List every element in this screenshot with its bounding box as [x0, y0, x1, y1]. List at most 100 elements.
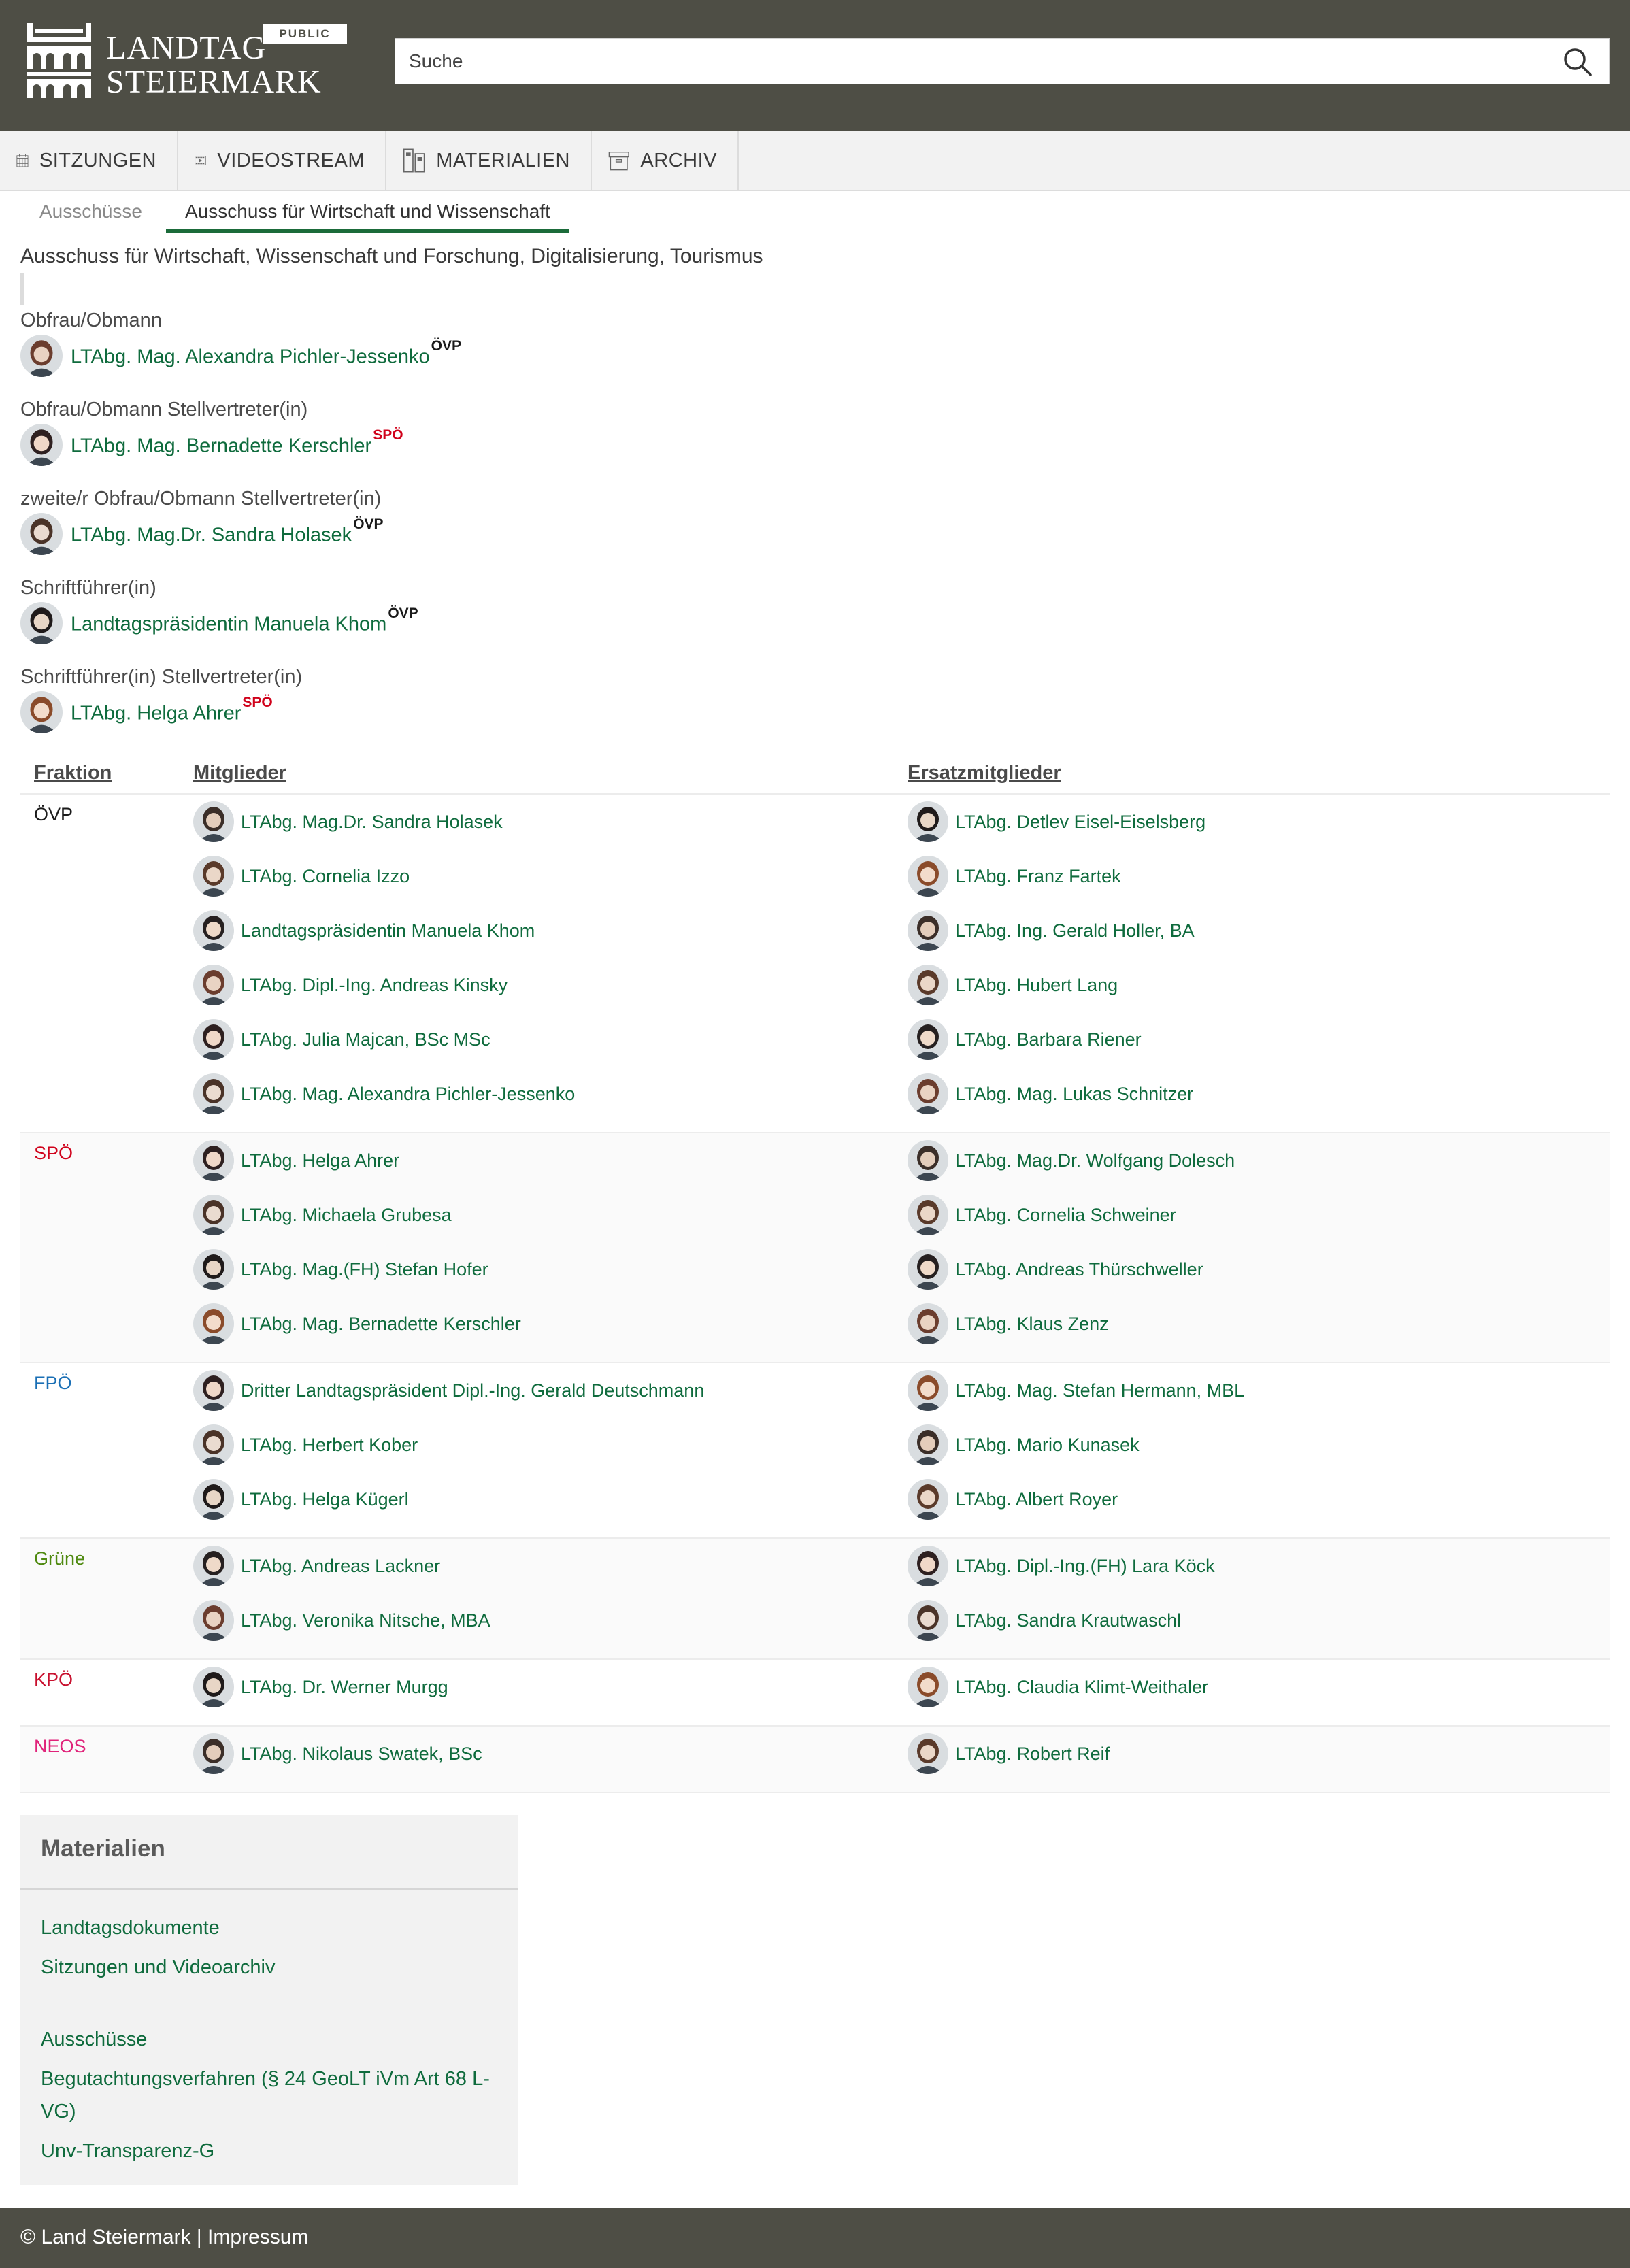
tab-ausschuesse[interactable]: Ausschüsse: [39, 201, 142, 222]
substitute-row: LTAbg. Albert Royer: [908, 1478, 1118, 1521]
officer-role: Schriftführer(in) Landtagspräsidentin Man…: [20, 573, 418, 644]
fraktion-group: FPÖ Dritter Landtagspräsident Dipl.-Ing. …: [20, 1363, 1610, 1539]
logo-line-2: STEIERMARK: [106, 64, 322, 100]
committee-title: Ausschuss für Wirtschaft, Wissenschaft u…: [20, 245, 763, 267]
link-landtagsdokumente[interactable]: Landtagsdokumente: [41, 1912, 503, 1944]
role-label: Obfrau/Obmann Stellvertreter(in): [20, 399, 308, 420]
person-link[interactable]: LTAbg. Dr. Werner Murgg: [241, 1677, 448, 1698]
avatar: [908, 1019, 948, 1060]
role-label: zweite/r Obfrau/Obmann Stellvertreter(in…: [20, 488, 382, 510]
person-link[interactable]: LTAbg. Mag.Dr. Sandra HolasekÖVP: [71, 516, 384, 547]
person-link[interactable]: LTAbg. Cornelia Izzo: [241, 866, 410, 887]
person-link[interactable]: LTAbg. Mag. Alexandra Pichler-JessenkoÖV…: [71, 338, 461, 369]
impressum-link[interactable]: Impressum: [207, 2226, 308, 2248]
person-link[interactable]: LTAbg. Mag. Alexandra Pichler-Jessenko: [241, 1084, 575, 1105]
person-link[interactable]: LTAbg. Dipl.-Ing.(FH) Lara Köck: [955, 1556, 1215, 1577]
person-link[interactable]: LTAbg. Hubert Lang: [955, 975, 1118, 996]
calendar-icon: [16, 154, 29, 167]
fraktion-group: NEOS LTAbg. Nikolaus Swatek, BSc LTAbg. Ro…: [20, 1727, 1610, 1793]
avatar: [908, 1195, 948, 1235]
person-link[interactable]: LTAbg. Andreas Lackner: [241, 1556, 440, 1577]
person-link[interactable]: LTAbg. Robert Reif: [955, 1744, 1110, 1765]
member-row: LTAbg. Nikolaus Swatek, BSc: [193, 1732, 482, 1775]
person-link[interactable]: LTAbg. Sandra Krautwaschl: [955, 1610, 1181, 1631]
person-link[interactable]: LTAbg. Herbert Kober: [241, 1435, 418, 1456]
member-row: LTAbg. Helga Ahrer: [193, 1139, 399, 1182]
avatar: [193, 1600, 234, 1641]
table-body: ÖVP LTAbg. Mag.Dr. Sandra Holasek LTAbg. C…: [20, 795, 1610, 1793]
landtag-logo[interactable]: LANDTAG STEIERMARK PUBLIC: [26, 22, 352, 103]
person-link[interactable]: LTAbg. Ing. Gerald Holler, BA: [955, 920, 1195, 941]
person-link[interactable]: LTAbg. Detlev Eisel-Eiselsberg: [955, 812, 1205, 833]
member-row: LTAbg. Julia Majcan, BSc MSc: [193, 1018, 490, 1061]
link-ausschuesse[interactable]: Ausschüsse: [41, 2023, 503, 2056]
person-link[interactable]: LTAbg. Barbara Riener: [955, 1029, 1142, 1050]
person-link[interactable]: LTAbg. Helga Ahrer: [241, 1150, 399, 1171]
person-link[interactable]: LTAbg. Mario Kunasek: [955, 1435, 1140, 1456]
member-row: LTAbg. Cornelia Izzo: [193, 854, 410, 898]
nav-archiv[interactable]: ARCHIV: [592, 131, 739, 190]
member-row: LTAbg. Veronika Nitsche, MBA: [193, 1599, 490, 1642]
member-row: LTAbg. Dr. Werner Murgg: [193, 1665, 448, 1709]
tab-current-committee[interactable]: Ausschuss für Wirtschaft und Wissenschaf…: [166, 201, 569, 233]
person-link[interactable]: LTAbg. Julia Majcan, BSc MSc: [241, 1029, 490, 1050]
search-icon[interactable]: [1563, 47, 1593, 77]
substitute-row: LTAbg. Detlev Eisel-Eiselsberg: [908, 800, 1205, 844]
person-link[interactable]: LTAbg. Helga Kügerl: [241, 1489, 409, 1510]
person-link[interactable]: LTAbg. Nikolaus Swatek, BSc: [241, 1744, 482, 1765]
avatar: [908, 1249, 948, 1290]
avatar: [908, 1424, 948, 1465]
officer-person: LTAbg. Mag.Dr. Sandra HolasekÖVP: [20, 513, 384, 555]
nav-label: ARCHIV: [640, 149, 717, 171]
nav-materialien[interactable]: MATERIALIEN: [386, 131, 592, 190]
person-link[interactable]: Dritter Landtagspräsident Dipl.-Ing. Ger…: [241, 1380, 704, 1401]
person-link[interactable]: LTAbg. Mag.Dr. Wolfgang Dolesch: [955, 1150, 1235, 1171]
person-link[interactable]: LTAbg. Albert Royer: [955, 1489, 1118, 1510]
member-row: LTAbg. Andreas Lackner: [193, 1544, 440, 1588]
person-link[interactable]: LTAbg. Klaus Zenz: [955, 1314, 1109, 1335]
link-unv-transparenz-g[interactable]: Unv-Transparenz-G: [41, 2135, 503, 2167]
person-link[interactable]: LTAbg. Mag. Lukas Schnitzer: [955, 1084, 1193, 1105]
fraktion-name: ÖVP: [34, 804, 73, 824]
member-row: LTAbg. Michaela Grubesa: [193, 1193, 452, 1237]
main-nav: SITZUNGEN VIDEOSTREAM MATERIALIEN ARCHIV: [0, 131, 1630, 191]
materialien-box: Materialien Landtagsdokumente Sitzungen …: [20, 1815, 518, 2185]
avatar: [193, 801, 234, 842]
person-link[interactable]: Landtagspräsidentin Manuela Khom: [241, 920, 535, 941]
person-link[interactable]: LTAbg. Andreas Thürschweller: [955, 1259, 1203, 1280]
person-link[interactable]: LTAbg. Michaela Grubesa: [241, 1205, 452, 1226]
person-link[interactable]: LTAbg. Cornelia Schweiner: [955, 1205, 1176, 1226]
member-row: LTAbg. Mag. Bernadette Kerschler: [193, 1302, 521, 1346]
person-link[interactable]: LTAbg. Mag. Bernadette Kerschler: [241, 1314, 521, 1335]
officer-role: Obfrau/Obmann Stellvertreter(in) LTAbg. M…: [20, 395, 403, 466]
person-link[interactable]: LTAbg. Claudia Klimt-Weithaler: [955, 1677, 1208, 1698]
person-link[interactable]: LTAbg. Mag.Dr. Sandra Holasek: [241, 812, 503, 833]
person-name: LTAbg. Mag. Alexandra Pichler-Jessenko: [71, 346, 430, 368]
person-link[interactable]: LTAbg. Mag. Bernadette KerschlerSPÖ: [71, 427, 403, 458]
person-link[interactable]: LTAbg. Mag. Stefan Hermann, MBL: [955, 1380, 1244, 1401]
nav-sitzungen[interactable]: SITZUNGEN: [0, 131, 178, 190]
officer-role: Schriftführer(in) Stellvertreter(in) LTAb…: [20, 663, 302, 733]
avatar: [193, 1140, 234, 1181]
person-link[interactable]: LTAbg. Veronika Nitsche, MBA: [241, 1610, 490, 1631]
link-sitzungen-videoarchiv[interactable]: Sitzungen und Videoarchiv: [41, 1951, 503, 1984]
binders-icon: [403, 148, 425, 173]
column-header-fraktion[interactable]: Fraktion: [34, 762, 112, 784]
avatar: [193, 1370, 234, 1411]
person-link[interactable]: LTAbg. Helga AhrerSPÖ: [71, 695, 273, 725]
search-input[interactable]: [409, 39, 1525, 84]
person-link[interactable]: Landtagspräsidentin Manuela KhomÖVP: [71, 605, 418, 636]
avatar: [908, 965, 948, 1005]
person-link[interactable]: LTAbg. Franz Fartek: [955, 866, 1121, 887]
link-begutachtungsverfahren[interactable]: Begutachtungsverfahren (§ 24 GeoLT iVm A…: [41, 2063, 503, 2128]
column-header-ersatzmitglieder[interactable]: Ersatzmitglieder: [908, 762, 1061, 784]
substitute-row: LTAbg. Mag. Lukas Schnitzer: [908, 1072, 1193, 1116]
party-badge: ÖVP: [353, 516, 384, 532]
person-link[interactable]: LTAbg. Dipl.-Ing. Andreas Kinsky: [241, 975, 508, 996]
fraktion-name: SPÖ: [34, 1143, 73, 1163]
role-label: Schriftführer(in) Stellvertreter(in): [20, 666, 303, 688]
person-link[interactable]: LTAbg. Mag.(FH) Stefan Hofer: [241, 1259, 488, 1280]
avatar: [193, 1249, 234, 1290]
column-header-mitglieder[interactable]: Mitglieder: [193, 762, 286, 784]
nav-videostream[interactable]: VIDEOSTREAM: [178, 131, 386, 190]
